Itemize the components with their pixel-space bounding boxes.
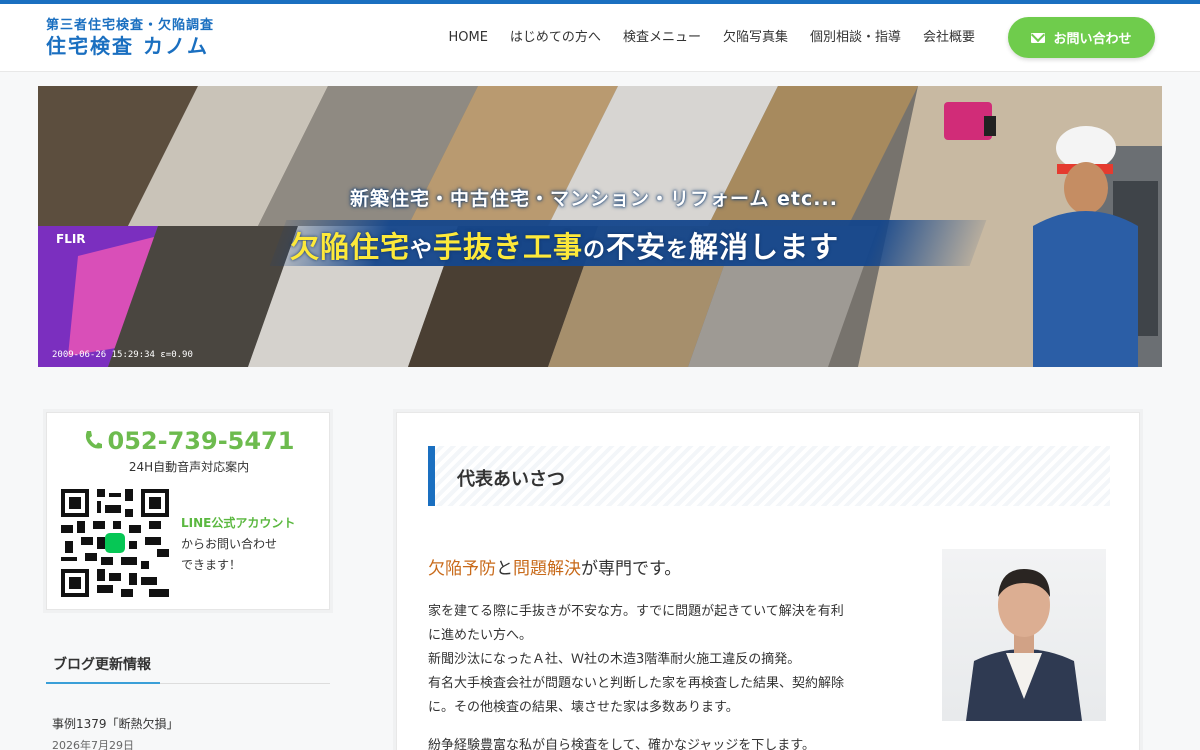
line-account-title[interactable]: LINE公式アカウント: [181, 514, 295, 531]
thermal-timestamp: 2009-06-26 15:29:34 ε=0.90: [52, 350, 193, 360]
logo-subtitle: 第三者住宅検査・欠陥調査: [46, 18, 215, 33]
portrait-illustration: [966, 569, 1082, 721]
nav-inspection-menu[interactable]: 検査メニュー: [612, 28, 712, 48]
paragraph-line: 新聞沙汰になったＡ社、Ｗ社の木造3階準耐火施工違反の摘発。: [428, 652, 801, 667]
blog-section-title: ブログ更新情報: [53, 657, 151, 673]
lead-part4: が専門です。: [581, 559, 682, 579]
hero-headline: 欠陥住宅や手抜き工事の不安を解消します: [290, 224, 839, 266]
line-account-text1: からお問い合わせ: [181, 537, 278, 551]
contact-button-label: お問い合わせ: [1053, 32, 1132, 47]
paragraph-line: に進めたい方へ。: [428, 628, 533, 643]
logo-title: 住宅検査 カノム: [46, 34, 209, 58]
hero-headline-part1: 欠陥住宅: [290, 230, 411, 264]
lead-part3: 問題解決: [513, 559, 581, 579]
flir-label: FLIR: [56, 232, 86, 246]
section-heading: 代表あいさつ: [457, 469, 565, 490]
blog-title-underline: [46, 682, 160, 684]
lead-part2: と: [496, 559, 513, 579]
paragraph-line: 家を建てる際に手抜きが不安な方。すでに問題が起きていて解決を有利: [428, 604, 844, 619]
paragraph-line: に。その他検査の結果、壊させた家は多数あります。: [428, 700, 739, 715]
contact-button[interactable]: お問い合わせ: [1008, 17, 1155, 58]
phone-note: 24H自動音声対応案内: [128, 460, 250, 474]
main-nav: HOME はじめての方へ 検査メニュー 欠陥写真集 個別相談・指導 会社概要: [437, 28, 986, 48]
site-header: 第三者住宅検査・欠陥調査 住宅検査 カノム HOME はじめての方へ 検査メニュ…: [0, 4, 1200, 72]
site-logo[interactable]: 第三者住宅検査・欠陥調査 住宅検査 カノム: [46, 18, 214, 58]
nav-defect-photos[interactable]: 欠陥写真集: [712, 28, 799, 48]
contact-card: 052-739-5471 24H自動音声対応案内 LINE公式アカウント からお…: [46, 412, 330, 610]
mail-icon: [1031, 32, 1046, 43]
phone-icon: [85, 431, 102, 449]
blog-section-header: ブログ更新情報: [46, 654, 330, 684]
nav-first-time[interactable]: はじめての方へ: [499, 28, 612, 48]
nav-consultation[interactable]: 個別相談・指導: [799, 28, 912, 48]
paragraph-line: 有名大手検査会社が問題ないと判断した家を再検査した結果、契約解除: [428, 676, 845, 691]
hero-headline-part3: 手抜き工事: [433, 230, 584, 264]
hero-headline-part7: 解消します: [689, 230, 840, 264]
hero-banner[interactable]: 新築住宅・中古住宅・マンション・リフォーム etc... 欠陥住宅や手抜き工事の…: [38, 86, 1162, 367]
greeting-paragraph-2: 紛争経験豊富な私が自ら検査をして、確かなジャッジを下します。: [428, 738, 816, 750]
hero-headline-part5: 不安: [606, 230, 667, 264]
hero-subtitle: 新築住宅・中古住宅・マンション・リフォーム etc...: [350, 188, 838, 210]
blog-post-date: 2026年7月29日: [52, 739, 134, 750]
hero-headline-part4: の: [583, 238, 607, 263]
phone-number-text: 052-739-5471: [107, 427, 295, 455]
lead-text: 欠陥予防と問題解決が専門です。: [428, 554, 681, 579]
nav-home[interactable]: HOME: [437, 28, 498, 48]
greeting-paragraph: 家を建てる際に手抜きが不安な方。すでに問題が起きていて解決を有利 に進めたい方へ…: [428, 600, 918, 720]
blog-post-link[interactable]: 事例1379「断熱欠損」: [52, 715, 179, 732]
section-heading-bar: [428, 446, 435, 506]
hero-headline-part6: を: [666, 238, 690, 263]
line-qr-code[interactable]: [61, 489, 169, 597]
lead-part1: 欠陥予防: [428, 559, 496, 579]
nav-company[interactable]: 会社概要: [912, 28, 986, 48]
phone-number[interactable]: 052-739-5471: [47, 427, 331, 455]
representative-portrait: [942, 549, 1106, 721]
line-account-text2: できます！: [181, 558, 242, 572]
hero-headline-part2: や: [410, 238, 434, 263]
